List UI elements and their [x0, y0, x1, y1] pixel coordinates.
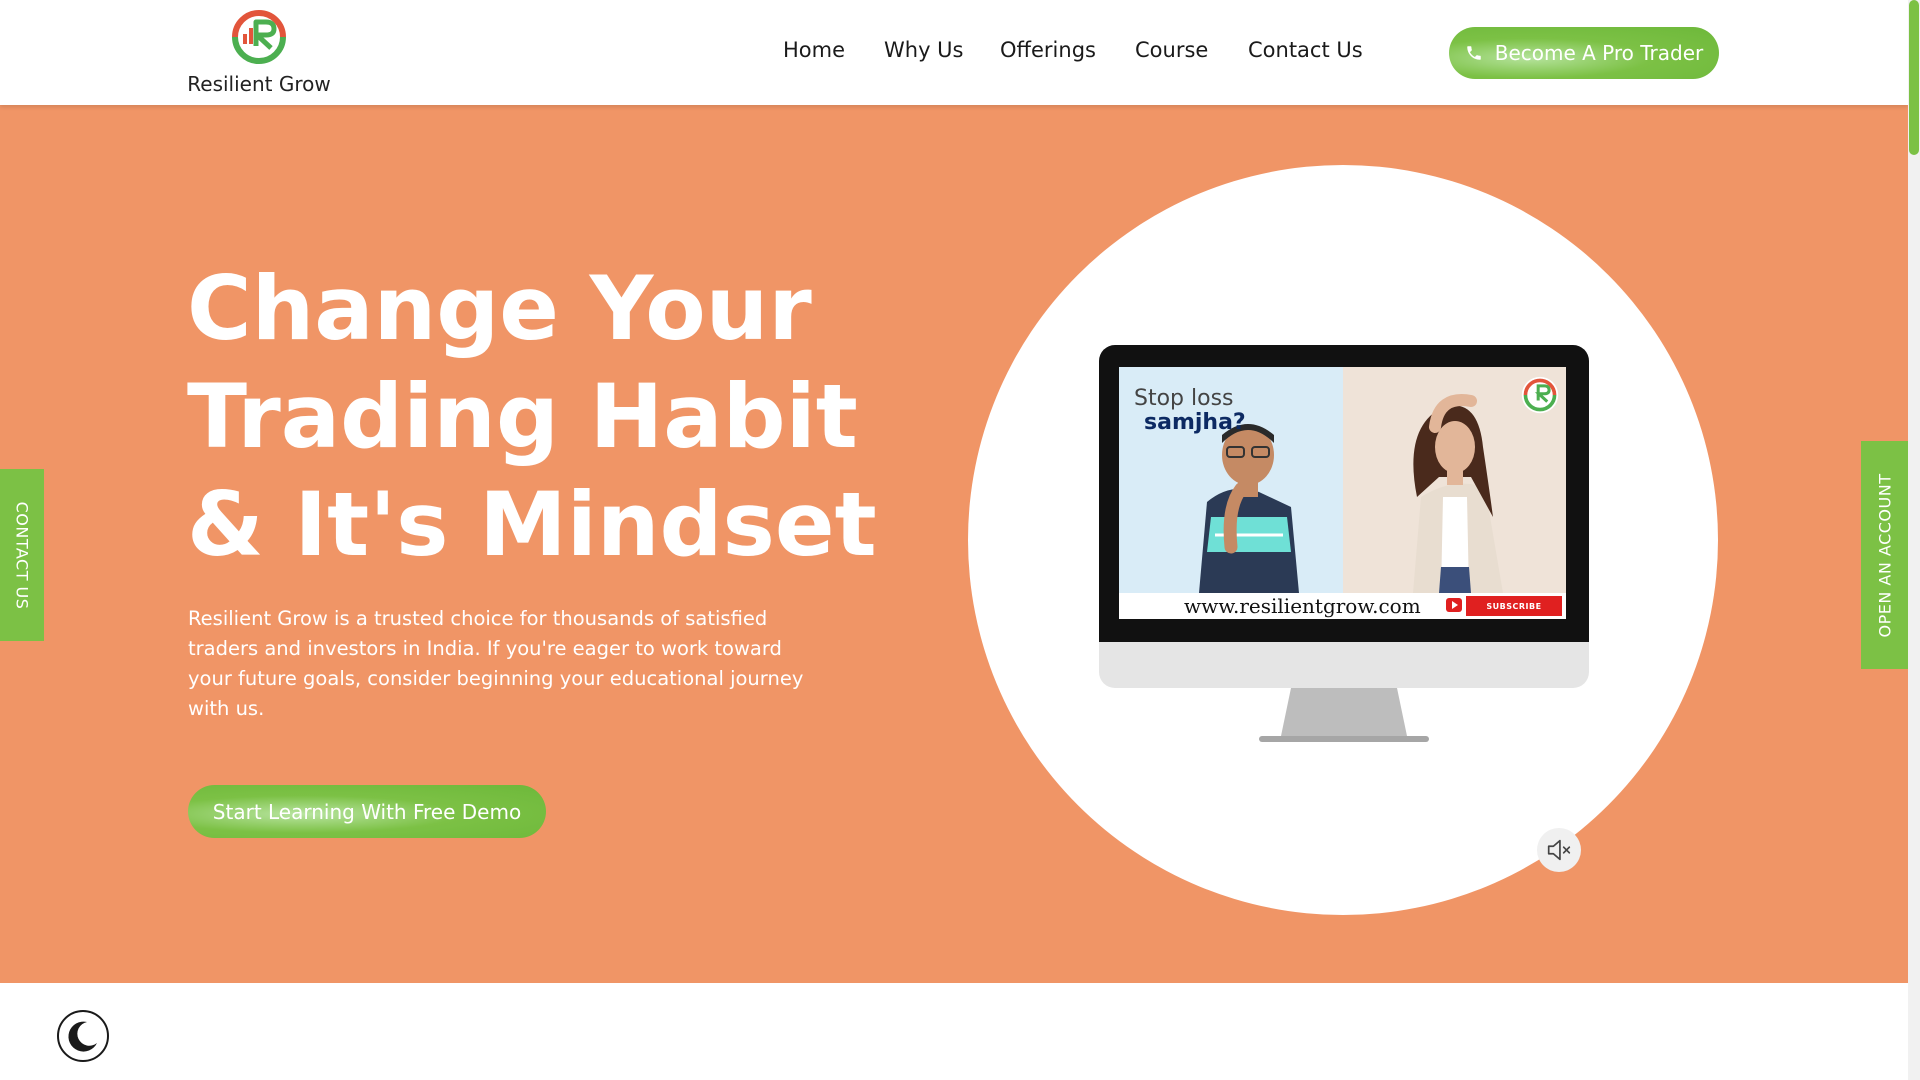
video-footer-bar: www.resilientgrow.com SUBSCRIBE	[1119, 593, 1566, 619]
hero-title-line-3: & It's Mindset	[187, 473, 877, 576]
side-contact-us-tab[interactable]: CONTACT US	[0, 469, 44, 641]
hero-title: Change Your Trading Habit & It's Mindset	[187, 255, 947, 579]
video-url-text: www.resilientgrow.com	[1184, 594, 1421, 618]
hero-title-line-1: Change Your	[187, 257, 812, 360]
side-open-account-label: OPEN AN ACCOUNT	[1875, 473, 1894, 637]
nav-why-us[interactable]: Why Us	[884, 38, 964, 62]
youtube-icon	[1446, 598, 1462, 612]
start-free-demo-button[interactable]: Start Learning With Free Demo	[188, 785, 546, 838]
monitor-stand	[1259, 688, 1429, 742]
become-pro-trader-button[interactable]: Become A Pro Trader	[1449, 27, 1719, 79]
scrollbar-thumb[interactable]	[1909, 0, 1919, 155]
side-open-account-tab[interactable]: OPEN AN ACCOUNT	[1861, 441, 1908, 669]
hero-description: Resilient Grow is a trusted choice for t…	[188, 607, 804, 720]
moon-icon	[68, 1021, 97, 1052]
video-screen[interactable]: Stop loss samjha? www.resilientgrow.com …	[1119, 367, 1566, 619]
monitor-frame: Stop loss samjha? www.resilientgrow.com …	[1099, 345, 1589, 642]
video-monitor[interactable]: Stop loss samjha? www.resilientgrow.com …	[1099, 345, 1589, 745]
hero-title-line-2: Trading Habit	[187, 365, 858, 468]
mute-button[interactable]	[1537, 828, 1581, 872]
nav-course[interactable]: Course	[1135, 38, 1208, 62]
video-panel-left: Stop loss samjha?	[1119, 367, 1343, 593]
nav-contact-us[interactable]: Contact Us	[1248, 38, 1363, 62]
video-caption-line-2: samjha?	[1144, 410, 1246, 435]
site-header: Resilient Grow Home Why Us Offerings Cou…	[0, 0, 1908, 105]
speaker-muted-icon	[1547, 839, 1571, 861]
page-scrollbar[interactable]	[1908, 0, 1920, 1080]
video-logo-icon	[1521, 376, 1559, 414]
nav-offerings[interactable]: Offerings	[1000, 38, 1096, 62]
theme-toggle-button[interactable]	[57, 1010, 109, 1062]
become-pro-trader-label: Become A Pro Trader	[1494, 41, 1704, 65]
hero-section: Change Your Trading Habit & It's Mindset…	[0, 105, 1908, 983]
subscribe-badge: SUBSCRIBE	[1466, 596, 1562, 616]
phone-icon	[1466, 46, 1481, 60]
nav-home[interactable]: Home	[783, 38, 845, 62]
monitor-chin	[1099, 642, 1589, 688]
video-caption-line-1: Stop loss	[1134, 386, 1234, 411]
side-contact-us-label: CONTACT US	[12, 501, 32, 609]
video-caption: Stop loss samjha?	[1134, 387, 1246, 435]
video-panel-right	[1343, 367, 1566, 593]
